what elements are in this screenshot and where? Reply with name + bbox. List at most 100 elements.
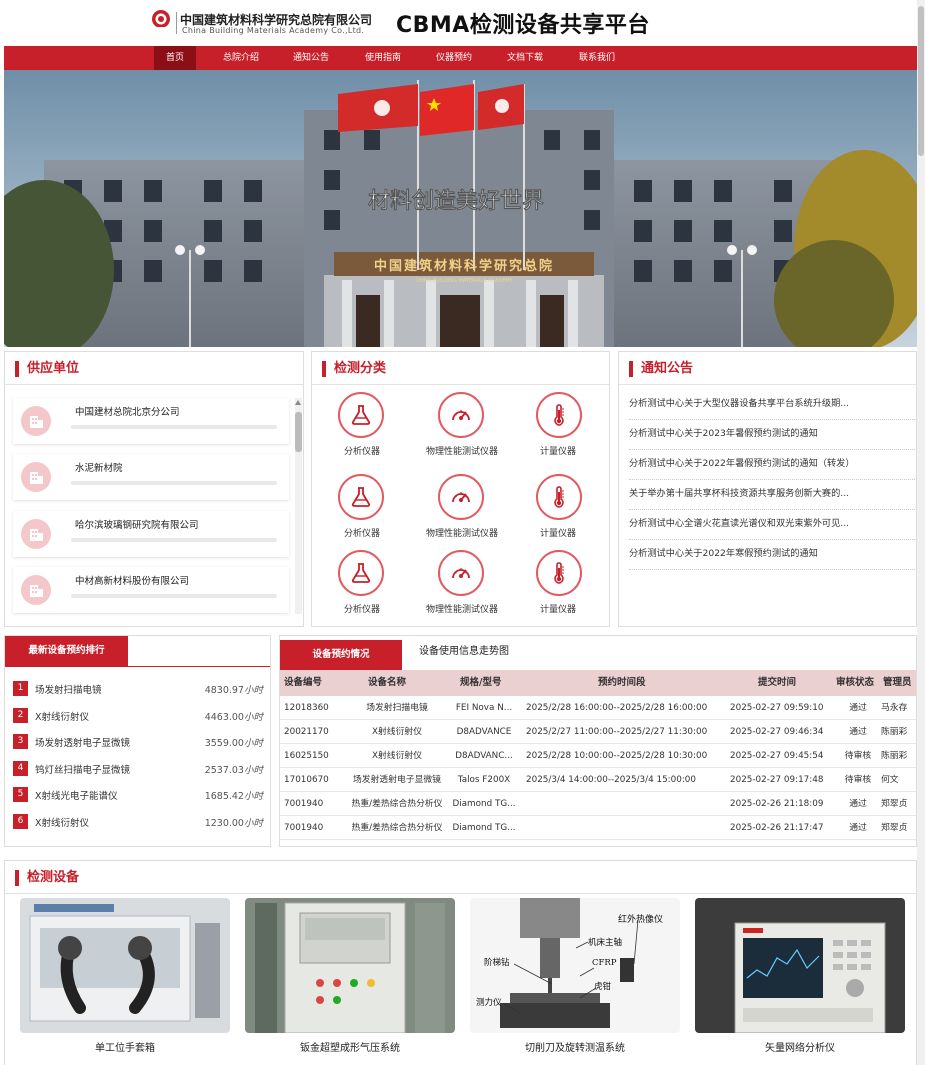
rank-hours-value: 1685.42	[204, 791, 244, 802]
building-icon	[21, 406, 51, 436]
nav-item-about[interactable]: 总院介绍	[216, 46, 266, 70]
cell-admin: 马永存	[881, 703, 908, 713]
facade-sign: 中国建筑材料科学研究总院	[374, 258, 554, 274]
supplier-bar	[71, 481, 277, 485]
ranking-row[interactable]: 3 场发射透射电子显微镜 3559.00小时	[13, 733, 263, 751]
supplier-item[interactable]: 水泥新材院	[13, 454, 289, 500]
flask-icon	[338, 392, 384, 438]
cbma-logo-icon[interactable]	[150, 9, 172, 31]
ranking-row[interactable]: 4 钨灯丝扫描电子显微镜 2537.03小时	[13, 760, 263, 778]
rank-device-name: 钨灯丝扫描电子显微镜	[35, 764, 131, 776]
notices-panel: 通知公告 分析测试中心关于大型仪器设备共享平台系统升级期... 分析测试中心关于…	[618, 351, 917, 627]
building-icon	[21, 462, 51, 492]
table-row[interactable]: 17010670 场发射透射电子显微镜 Talos F200X 2025/3/4 14…	[280, 768, 916, 792]
cell-admin: 陈丽彩	[881, 727, 908, 737]
equipment-label: 切削刀及旋转测温系统	[525, 1043, 625, 1054]
col-header-id: 设备编号	[284, 677, 323, 688]
cell-name: 场发射扫描电镜	[366, 703, 428, 713]
page-scroll-thumb[interactable]	[918, 6, 924, 156]
notice-item[interactable]: 分析测试中心关于2022年寒假预约测试的通知	[629, 540, 915, 570]
rank-hours-unit: 小时	[243, 791, 263, 802]
table-row[interactable]: 20021170 X射线衍射仪 D8ADVANCE 2025/2/27 11:00:0…	[280, 720, 916, 744]
notice-item[interactable]: 分析测试中心关于大型仪器设备共享平台系统升级期...	[629, 390, 915, 420]
notice-item[interactable]: 关于举办第十届共享杯科技资源共享服务创新大赛的...	[629, 480, 915, 510]
ranking-row[interactable]: 1 场发射扫描电镜 4830.97小时	[13, 680, 263, 698]
cell-name: X射线衍射仪	[371, 751, 422, 761]
network-analyzer-photo[interactable]	[695, 898, 905, 1033]
category-item[interactable]: 分析仪器	[312, 392, 412, 464]
hero-banner-image: 材料创造美好世界 中国建筑材料科学研究总院 CHINA BUILDING MAT…	[4, 70, 917, 347]
cell-submit-time: 2025-02-26 21:17:47	[730, 823, 824, 833]
category-item[interactable]: 计量仪器	[508, 550, 608, 622]
rank-hours-unit: 小时	[243, 711, 263, 723]
suppliers-scrollbar[interactable]	[295, 398, 302, 614]
category-item[interactable]: 物理性能测试仪器	[412, 550, 512, 622]
nav-item-guide[interactable]: 使用指南	[358, 46, 408, 70]
sheet-metal-press-photo[interactable]	[245, 898, 455, 1033]
ranking-row[interactable]: 5 X射线光电子能谱仪 1685.42小时	[13, 786, 263, 804]
equipment-card[interactable]: 钣金超塑成形气压系统	[245, 898, 455, 1058]
category-item[interactable]: 物理性能测试仪器	[412, 392, 512, 464]
category-item[interactable]: 计量仪器	[508, 392, 608, 464]
cell-id: 7001940	[284, 799, 324, 809]
facade-sign-en: CHINA BUILDING MATERIALS ACADEMY	[415, 278, 513, 284]
table-row[interactable]: 16025150 X射线衍射仪 D8ADVANC... 2025/2/28 10:00…	[280, 744, 916, 768]
category-item[interactable]: 分析仪器	[312, 474, 412, 546]
category-label: 分析仪器	[343, 605, 380, 615]
rank-hours-unit: 小时	[243, 738, 263, 749]
nav-item-notices[interactable]: 通知公告	[286, 46, 336, 70]
nav-item-booking[interactable]: 仪器预约	[429, 46, 479, 70]
nav-item-home[interactable]: 首页	[154, 46, 196, 70]
ranking-row[interactable]: 2 X射线衍射仪 4463.00小时	[13, 707, 263, 725]
cell-name: 热重/差热综合热分析仪	[351, 823, 443, 833]
thermometer-icon	[536, 474, 582, 520]
ranking-tab[interactable]: 最新设备预约排行	[5, 636, 128, 666]
supplier-item[interactable]: 中国建材总院北京分公司	[13, 398, 289, 444]
cell-id: 17010670	[284, 775, 329, 785]
ranking-row[interactable]: 6 X射线衍射仪 1230.00小时	[13, 813, 263, 831]
rank-number: 6	[13, 813, 28, 829]
thermometer-icon	[536, 550, 582, 596]
category-item[interactable]: 物理性能测试仪器	[412, 474, 512, 546]
rank-hours: 2537.03小时	[205, 762, 263, 776]
cell-admin: 郑翠贞	[881, 799, 908, 809]
tab-booking-status[interactable]: 设备预约情况	[280, 640, 402, 670]
cell-status: 通过	[849, 727, 867, 737]
gauge-icon	[438, 550, 484, 596]
panel-divider	[5, 893, 916, 894]
notice-item[interactable]: 分析测试中心关于2022年暑假预约测试的通知（转发）	[629, 450, 915, 480]
table-row[interactable]: 12018360 场发射扫描电镜 FEI Nova N... 2025/2/28 16…	[280, 696, 916, 720]
nav-item-contact[interactable]: 联系我们	[572, 46, 622, 70]
equipment-card[interactable]: 单工位手套箱	[20, 898, 230, 1058]
cell-submit-time: 2025-02-26 21:18:09	[730, 799, 824, 809]
category-item[interactable]: 计量仪器	[508, 474, 608, 546]
equipment-card[interactable]: 矢量网络分析仪	[695, 898, 905, 1058]
flask-icon	[338, 550, 384, 596]
rank-number: 5	[13, 787, 28, 802]
supplier-item[interactable]: 哈尔滨玻璃钢研究院有限公司	[13, 511, 289, 557]
cell-id: 7001940	[284, 823, 324, 833]
table-row[interactable]: 7001940 热重/差热综合热分析仪 Diamond TG... 2025-02-2…	[280, 792, 916, 816]
rank-device-name: 场发射扫描电镜	[35, 685, 102, 696]
glovebox-photo[interactable]	[20, 898, 230, 1033]
cell-submit-time: 2025-02-27 09:45:54	[730, 751, 824, 761]
supplier-item[interactable]: 中材高新材料股份有限公司	[13, 567, 289, 613]
supplier-name: 哈尔滨玻璃钢研究院有限公司	[75, 520, 199, 531]
nav-item-downloads[interactable]: 文档下载	[500, 46, 550, 70]
panel-divider	[619, 384, 916, 385]
category-item[interactable]: 分析仪器	[312, 550, 412, 622]
rank-number: 2	[13, 707, 28, 723]
categories-panel: 检测分类 分析仪器 物理性能测试仪器 计量仪器 分析仪器 物理性能测试仪器 计量仪器 分析仪…	[311, 351, 610, 627]
page-scrollbar[interactable]	[917, 0, 925, 1065]
building-icon	[21, 575, 51, 605]
org-name-en: China Building Materials Academy Co.,Ltd…	[182, 26, 365, 35]
rank-number: 1	[13, 681, 28, 696]
notice-item[interactable]: 分析测试中心关于2023年暑假预约测试的通知	[629, 420, 915, 450]
suppliers-scroll-thumb[interactable]	[295, 412, 302, 452]
tab-usage-trend[interactable]: 设备使用信息走势图	[404, 637, 524, 667]
table-row[interactable]: 7001940 热重/差热综合热分析仪 Diamond TG... 2025-02-2…	[280, 816, 916, 840]
cutting-tool-system-photo[interactable]: 红外热像仪 机床主轴 CFRP 阶梯钻 虎钳 测力仪	[470, 898, 680, 1033]
notice-item[interactable]: 分析测试中心全谱火花直读光谱仪和双光束紫外可见...	[629, 510, 915, 540]
equipment-card[interactable]: 红外热像仪 机床主轴 CFRP 阶梯钻 虎钳 测力仪 切削刀及旋转测温系统	[470, 898, 680, 1058]
scroll-up-arrow-icon[interactable]	[295, 400, 301, 405]
